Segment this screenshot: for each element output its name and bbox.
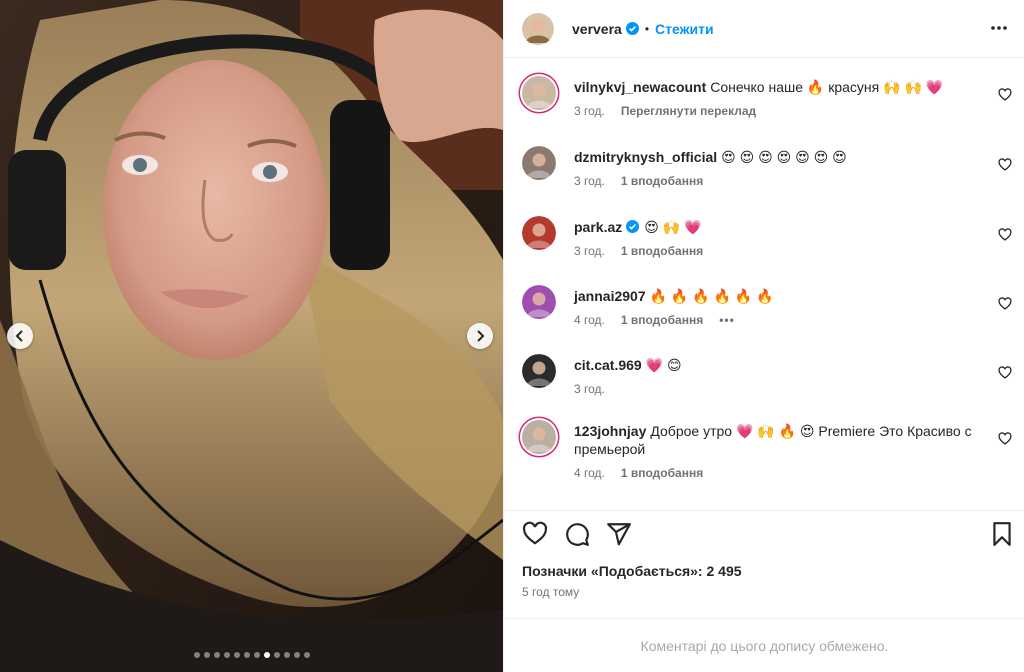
comment-like-heart-icon[interactable] [998,228,1012,242]
post-header: ververa • Стежити [504,0,1024,58]
author-avatar[interactable] [522,12,554,45]
post-panel: ververa • Стежити vilnykvj_newacount Соне… [503,0,1024,672]
comment-time[interactable]: 3 год. [574,174,605,188]
comment-avatar[interactable] [522,420,556,454]
action-bar [504,510,1024,554]
comment-username[interactable]: cit.cat.969 [574,357,642,373]
comment-meta: 3 год. 1 вподобання [574,174,974,188]
comment-username[interactable]: jannai2907 [574,288,646,304]
comment-icon[interactable] [564,521,590,547]
comment-like-heart-icon[interactable] [998,432,1012,446]
comment-meta: 3 год. [574,382,974,396]
carousel-dot [243,652,250,658]
comment-time[interactable]: 4 год. [574,313,605,327]
comment-meta: 3 год. 1 вподобання [574,244,974,258]
comment-meta: 4 год. 1 вподобання ••• [574,313,974,327]
verified-badge-icon [626,220,640,233]
author-username[interactable]: ververa [572,21,622,37]
comment-options-button[interactable]: ••• [719,313,735,327]
comment-content: dzmitryknysh_official 😍 😍 😍 😍 😍 😍 😍 [574,148,974,166]
likes-count[interactable]: Позначки «Подобається»: 2 495 [522,563,742,579]
chevron-right-icon [477,330,485,342]
comment-like-heart-icon[interactable] [998,158,1012,172]
comment-username[interactable]: vilnykvj_newacount [574,79,706,95]
comment-avatar[interactable] [522,354,556,388]
carousel-prev-button[interactable] [7,323,33,349]
carousel-next-button[interactable] [467,323,493,349]
comment-text: Сонечко наше 🔥 красуня 🙌 🙌 💗 [710,79,944,95]
comment-content: park.az 😍 🙌 💗 [574,218,974,236]
chevron-left-icon [15,330,23,342]
post-media[interactable] [0,0,503,672]
carousel-dot [193,652,200,658]
carousel-dot [283,652,290,658]
carousel-dot [203,652,210,658]
comment-content: jannai2907 🔥 🔥 🔥 🔥 🔥 🔥 [574,287,974,305]
comment-time[interactable]: 3 год. [574,104,605,118]
comment-item: 123johnjay Доброе утро 💗 🙌 🔥 😍 Premiere Э… [522,420,1012,484]
comments-limited-notice: Коментарі до цього допису обмежено. [504,618,1024,672]
comment-item: dzmitryknysh_official 😍 😍 😍 😍 😍 😍 😍 3 год.… [522,146,1012,210]
more-horizontal-icon[interactable] [989,18,1009,38]
share-icon[interactable] [606,521,632,547]
comment-likes[interactable]: 1 вподобання [621,313,703,327]
comment-like-heart-icon[interactable] [998,297,1012,311]
carousel-dot [223,652,230,658]
comment-item: cit.cat.969 💗 😊 3 год. [522,354,1012,418]
comment-avatar[interactable] [522,216,556,250]
comment-meta: 3 год. Переглянути переклад [574,104,974,118]
carousel-dot [253,652,260,658]
comment-text: 😍 😍 😍 😍 😍 😍 😍 [721,149,847,165]
comment-like-heart-icon[interactable] [998,366,1012,380]
heart-icon[interactable] [522,521,548,547]
comment-text: 🔥 🔥 🔥 🔥 🔥 🔥 [649,288,774,304]
comment-content: cit.cat.969 💗 😊 [574,356,974,374]
comment-item: vilnykvj_newacount Сонечко наше 🔥 красуня… [522,76,1012,140]
post-timestamp[interactable]: 5 год тому [522,585,579,599]
see-translation-link[interactable]: Переглянути переклад [621,104,756,118]
carousel-dot [293,652,300,658]
comments-list: vilnykvj_newacount Сонечко наше 🔥 красуня… [504,58,1024,510]
comment-content: 123johnjay Доброе утро 💗 🙌 🔥 😍 Premiere Э… [574,422,974,458]
comment-username[interactable]: park.az [574,219,622,235]
carousel-dot [303,652,310,658]
bookmark-icon[interactable] [989,521,1015,547]
comment-text: 💗 😊 [645,357,682,373]
comment-time[interactable]: 3 год. [574,244,605,258]
comment-likes[interactable]: 1 вподобання [621,466,703,480]
comment-avatar[interactable] [522,146,556,180]
comment-likes[interactable]: 1 вподобання [621,174,703,188]
comment-likes[interactable]: 1 вподобання [621,244,703,258]
comment-text: 😍 🙌 💗 [644,219,702,235]
post-photo [0,0,503,672]
carousel-dot [273,652,280,658]
comment-username[interactable]: dzmitryknysh_official [574,149,717,165]
comment-like-heart-icon[interactable] [998,88,1012,102]
comment-content: vilnykvj_newacount Сонечко наше 🔥 красуня… [574,78,974,96]
comment-time[interactable]: 4 год. [574,466,605,480]
comment-item: park.az 😍 🙌 💗 3 год. 1 вподобання [522,216,1012,280]
header-separator: • [644,21,650,36]
comment-time[interactable]: 3 год. [574,382,605,396]
comment-item: jannai2907 🔥 🔥 🔥 🔥 🔥 🔥 4 год. 1 вподобання •… [522,285,1012,349]
comment-avatar[interactable] [522,285,556,319]
comment-avatar[interactable] [522,76,556,110]
carousel-dot [263,652,270,658]
carousel-dot [213,652,220,658]
verified-badge-icon [625,22,639,35]
carousel-indicator [0,652,503,658]
comment-meta: 4 год. 1 вподобання [574,466,974,480]
carousel-dot [233,652,240,658]
comment-username[interactable]: 123johnjay [574,423,646,439]
follow-button[interactable]: Стежити [655,21,714,37]
